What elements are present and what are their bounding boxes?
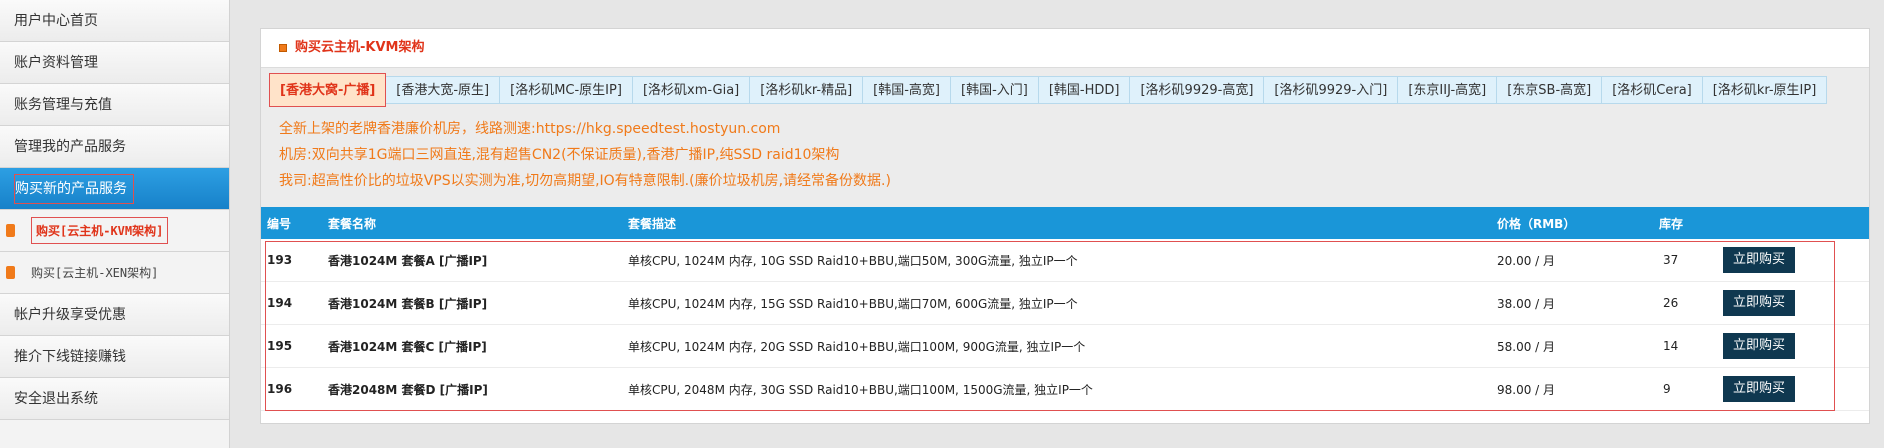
panel-header: 购买云主机-KVM架构: [261, 29, 1869, 67]
main-panel: 购买云主机-KVM架构 [香港大窝-广播] [香港大宽-原生] [洛杉矶MC-原…: [260, 28, 1870, 424]
col-header-stock: 库存: [1659, 216, 1684, 231]
row-price: 20.00 / 月: [1497, 253, 1556, 268]
sidebar-item-logout[interactable]: 安全退出系统: [0, 378, 229, 420]
row-name: 香港1024M 套餐C [广播IP]: [328, 339, 487, 354]
sidebar-item-referral[interactable]: 推介下线链接赚钱: [0, 336, 229, 378]
row-price: 98.00 / 月: [1497, 382, 1556, 397]
notice-line-3: 我司:超高性价比的垃圾VPS以实测为准,切勿高期望,IO有特意限制.(廉价垃圾机…: [279, 173, 891, 189]
tab-korea-hdd[interactable]: [韩国-HDD]: [1038, 76, 1131, 104]
tab-la-9929-entry[interactable]: [洛杉矶9929-入门]: [1264, 76, 1399, 104]
tab-korea-highband[interactable]: [韩国-高宽]: [863, 76, 951, 104]
tab-la-mc-native-ip[interactable]: [洛杉矶MC-原生IP]: [500, 76, 633, 104]
sidebar-item-label: 推介下线链接赚钱: [14, 349, 126, 365]
table-row: 194 香港1024M 套餐B [广播IP] 单核CPU, 1024M 内存, …: [261, 282, 1869, 325]
tab-hk-dawo-broadcast[interactable]: [香港大窝-广播]: [269, 73, 387, 107]
col-header-id: 编号: [267, 216, 292, 231]
table-row: 196 香港2048M 套餐D [广播IP] 单核CPU, 2048M 内存, …: [261, 368, 1869, 411]
col-header-price: 价格（RMB）: [1497, 216, 1576, 231]
row-name: 香港1024M 套餐B [广播IP]: [328, 296, 488, 311]
col-header-desc: 套餐描述: [628, 216, 677, 231]
row-id: 193: [267, 253, 293, 267]
bullet-icon: [6, 266, 15, 279]
tab-la-xm-gia[interactable]: [洛杉矶xm-Gia]: [632, 76, 751, 104]
sidebar-subitem-buy-xen[interactable]: 购买[云主机-XEN架构]: [0, 252, 229, 294]
tab-tokyo-sb-highband[interactable]: [东京SB-高宽]: [1497, 76, 1603, 104]
tab-tokyo-iij-highband[interactable]: [东京IIJ-高宽]: [1398, 76, 1498, 104]
sidebar-item-label: 管理我的产品服务: [14, 139, 126, 155]
sidebar-item-buy-products[interactable]: 购买新的产品服务: [0, 168, 229, 210]
table-body: 193 香港1024M 套餐A [广播IP] 单核CPU, 1024M 内存, …: [261, 239, 1869, 411]
buy-now-button[interactable]: 立即购买: [1723, 333, 1796, 359]
sidebar-item-label: 账户资料管理: [14, 55, 98, 71]
tab-la-cera[interactable]: [洛杉矶Cera]: [1602, 76, 1703, 104]
sidebar-item-upgrade[interactable]: 帐户升级享受优惠: [0, 294, 229, 336]
table-header: 编号 套餐名称 套餐描述 价格（RMB） 库存: [261, 207, 1869, 239]
row-id: 194: [267, 296, 293, 310]
sidebar-item-label: 账务管理与充值: [14, 97, 112, 113]
row-stock: 9: [1663, 382, 1671, 396]
bullet-icon: [6, 224, 15, 237]
sidebar-item-account-profile[interactable]: 账户资料管理: [0, 42, 229, 84]
row-price: 38.00 / 月: [1497, 296, 1556, 311]
tab-la-kr-native-ip[interactable]: [洛杉矶kr-原生IP]: [1702, 76, 1828, 104]
sidebar-item-billing[interactable]: 账务管理与充值: [0, 84, 229, 126]
col-header-name: 套餐名称: [328, 216, 377, 231]
sidebar-subitem-label: 购买[云主机-KVM架构]: [31, 217, 169, 244]
row-stock: 37: [1663, 253, 1679, 267]
notice-line-1: 全新上架的老牌香港廉价机房，线路测速:https://hkg.speedtest…: [279, 121, 781, 137]
sidebar-item-manage-products[interactable]: 管理我的产品服务: [0, 126, 229, 168]
row-name: 香港2048M 套餐D [广播IP]: [328, 382, 488, 397]
row-desc: 单核CPU, 1024M 内存, 10G SSD Raid10+BBU,端口50…: [628, 253, 1078, 268]
row-id: 196: [267, 382, 293, 396]
page-title: 购买云主机-KVM架构: [295, 40, 425, 55]
tab-la-kr-premium[interactable]: [洛杉矶kr-精品]: [750, 76, 864, 104]
sidebar-item-label: 帐户升级享受优惠: [14, 307, 126, 323]
sidebar-item-label: 用户中心首页: [14, 13, 98, 29]
tabs-area: [香港大窝-广播] [香港大宽-原生] [洛杉矶MC-原生IP] [洛杉矶xm-…: [261, 67, 1869, 207]
tab-la-9929-highband[interactable]: [洛杉矶9929-高宽]: [1130, 76, 1265, 104]
row-id: 195: [267, 339, 293, 353]
sidebar-item-label: 购买新的产品服务: [14, 174, 134, 204]
table-row: 195 香港1024M 套餐C [广播IP] 单核CPU, 1024M 内存, …: [261, 325, 1869, 368]
row-desc: 单核CPU, 2048M 内存, 30G SSD Raid10+BBU,端口10…: [628, 382, 1093, 397]
notice-line-2: 机房:双向共享1G端口三网直连,混有超售CN2(不保证质量),香港广播IP,纯S…: [279, 147, 840, 163]
sidebar-subitem-buy-kvm[interactable]: 购买[云主机-KVM架构]: [0, 210, 229, 252]
row-stock: 14: [1663, 339, 1679, 353]
sidebar-subitem-label: 购买[云主机-XEN架构]: [31, 266, 159, 280]
table-row: 193 香港1024M 套餐A [广播IP] 单核CPU, 1024M 内存, …: [261, 239, 1869, 282]
buy-now-button[interactable]: 立即购买: [1723, 247, 1796, 273]
buy-now-button[interactable]: 立即购买: [1723, 290, 1796, 316]
row-price: 58.00 / 月: [1497, 339, 1556, 354]
tab-hk-dakuan-native[interactable]: [香港大宽-原生]: [386, 76, 501, 104]
title-bullet-icon: [279, 44, 287, 52]
tab-korea-entry[interactable]: [韩国-入门]: [951, 76, 1039, 104]
sidebar-item-label: 安全退出系统: [14, 391, 98, 407]
sidebar: 用户中心首页 账户资料管理 账务管理与充值 管理我的产品服务 购买新的产品服务 …: [0, 0, 230, 448]
row-desc: 单核CPU, 1024M 内存, 15G SSD Raid10+BBU,端口70…: [628, 296, 1078, 311]
buy-now-button[interactable]: 立即购买: [1723, 376, 1796, 402]
row-name: 香港1024M 套餐A [广播IP]: [328, 253, 488, 268]
row-stock: 26: [1663, 296, 1679, 310]
sidebar-item-home[interactable]: 用户中心首页: [0, 0, 229, 42]
tab-bar: [香港大窝-广播] [香港大宽-原生] [洛杉矶MC-原生IP] [洛杉矶xm-…: [269, 73, 1828, 107]
row-desc: 单核CPU, 1024M 内存, 20G SSD Raid10+BBU,端口10…: [628, 339, 1086, 354]
